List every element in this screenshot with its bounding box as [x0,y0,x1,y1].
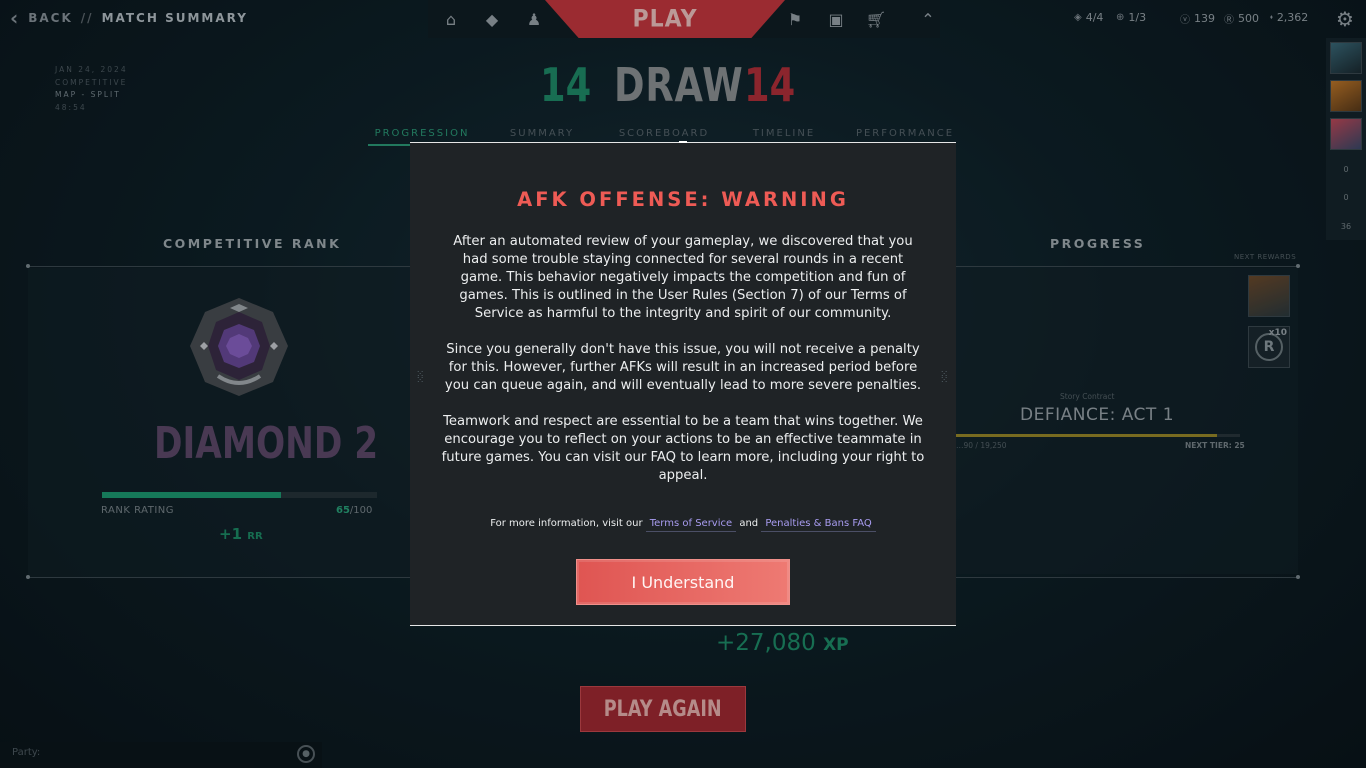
modal-paragraph: Since you generally don't have this issu… [444,342,922,393]
i-understand-button[interactable]: I Understand [576,559,790,605]
more-info-line: For more information, visit our Terms of… [410,518,956,532]
terms-of-service-link[interactable]: Terms of Service [645,518,737,532]
modal-title: AFK OFFENSE: WARNING [517,188,849,211]
modal-body: After an automated review of your gamepl… [440,233,926,503]
more-info-prefix: For more information, visit our [490,518,643,529]
penalties-faq-link[interactable]: Penalties & Bans FAQ [761,518,876,532]
drag-handle-icon: ⁙ ⁙ [416,369,425,386]
more-info-and: and [739,518,759,529]
modal-paragraph: Teamwork and respect are essential to be… [441,414,925,483]
modal-paragraph: After an automated review of your gamepl… [453,234,913,321]
drag-handle-icon: ⁙ ⁙ [940,369,949,386]
modal-notch [679,141,687,143]
